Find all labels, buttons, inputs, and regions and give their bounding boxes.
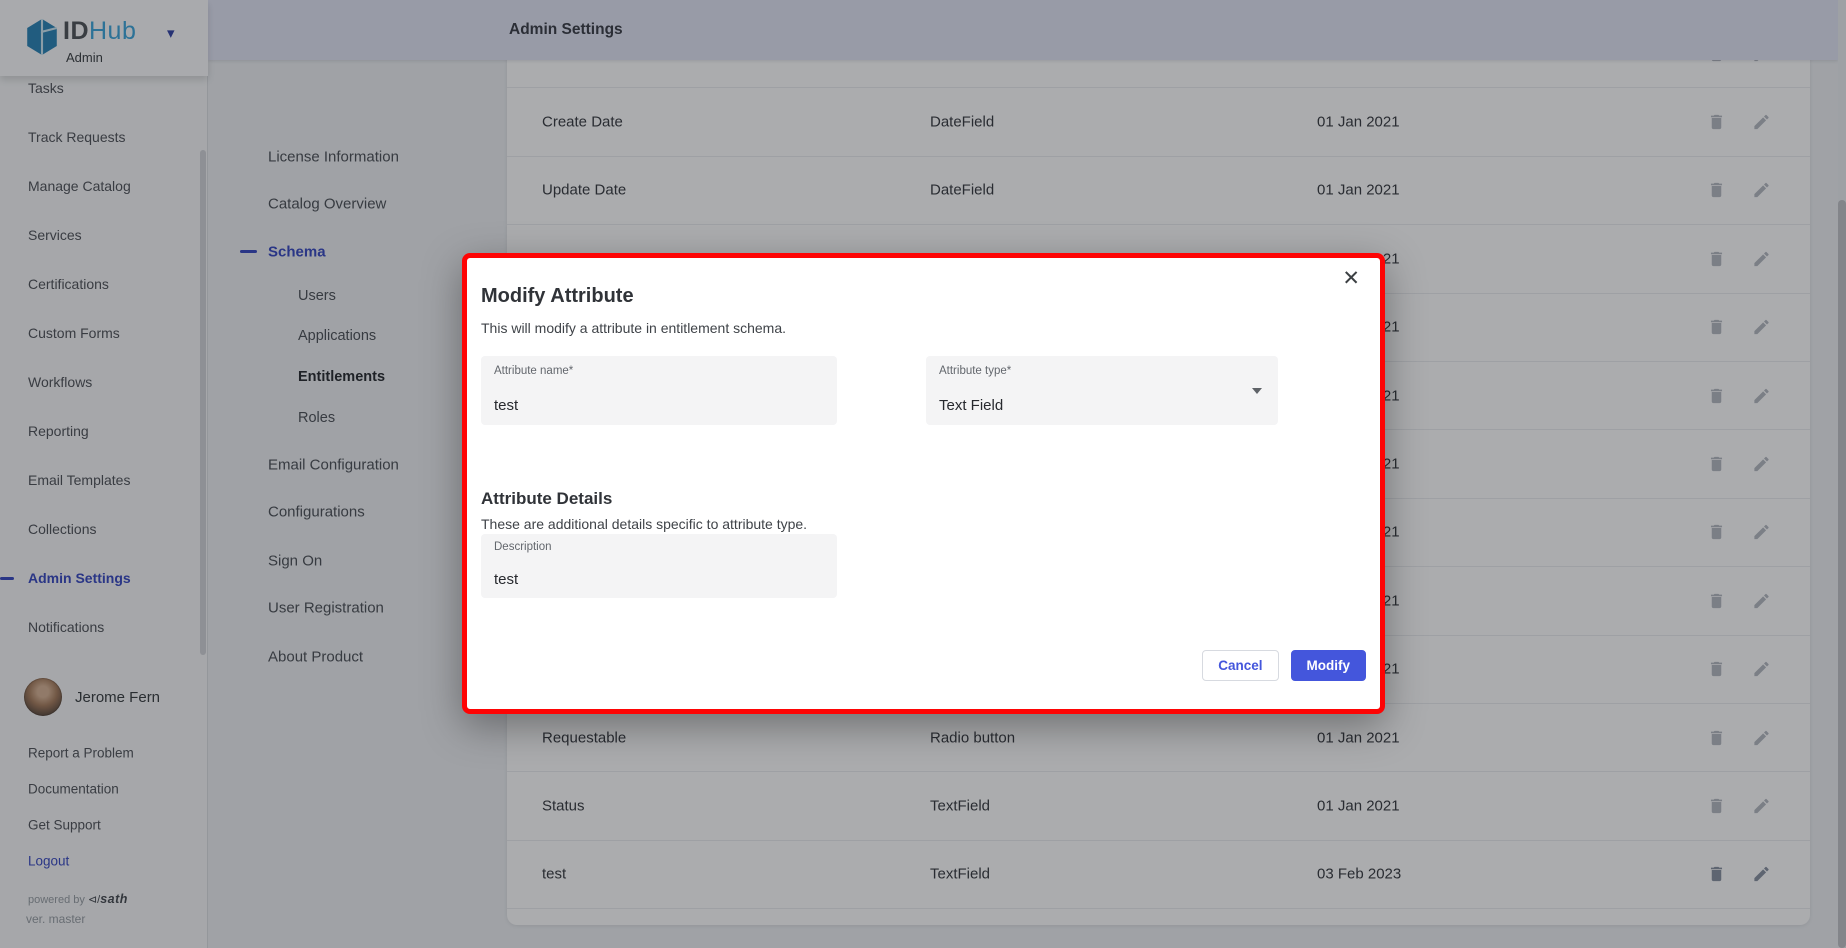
field-label: Attribute name* <box>494 365 573 377</box>
attribute-name-field[interactable]: Attribute name* test <box>481 356 837 425</box>
app-root: Create DateDateField01 Jan 2021Update Da… <box>0 0 1846 948</box>
dialog-description: This will modify a attribute in entitlem… <box>481 320 786 336</box>
dialog-title: Modify Attribute <box>481 285 634 308</box>
field-label: Attribute type* <box>939 365 1011 377</box>
field-value: test <box>494 571 518 588</box>
modify-button[interactable]: Modify <box>1291 650 1367 681</box>
field-label: Description <box>494 541 552 553</box>
field-value: Text Field <box>939 397 1003 414</box>
cancel-button[interactable]: Cancel <box>1202 650 1278 681</box>
details-section-heading: Attribute Details <box>481 489 612 509</box>
modify-attribute-dialog: Modify Attribute ✕ This will modify a at… <box>462 253 1385 714</box>
dialog-actions: Cancel Modify <box>1202 650 1366 681</box>
dialog-fields-row: Attribute name* test Attribute type* Tex… <box>481 356 1278 425</box>
field-value: test <box>494 397 518 414</box>
dropdown-caret-icon <box>1252 388 1262 394</box>
description-field[interactable]: Description test <box>481 534 837 598</box>
details-section-description: These are additional details specific to… <box>481 516 807 532</box>
attribute-type-select[interactable]: Attribute type* Text Field <box>926 356 1278 425</box>
close-icon[interactable]: ✕ <box>1340 266 1362 291</box>
